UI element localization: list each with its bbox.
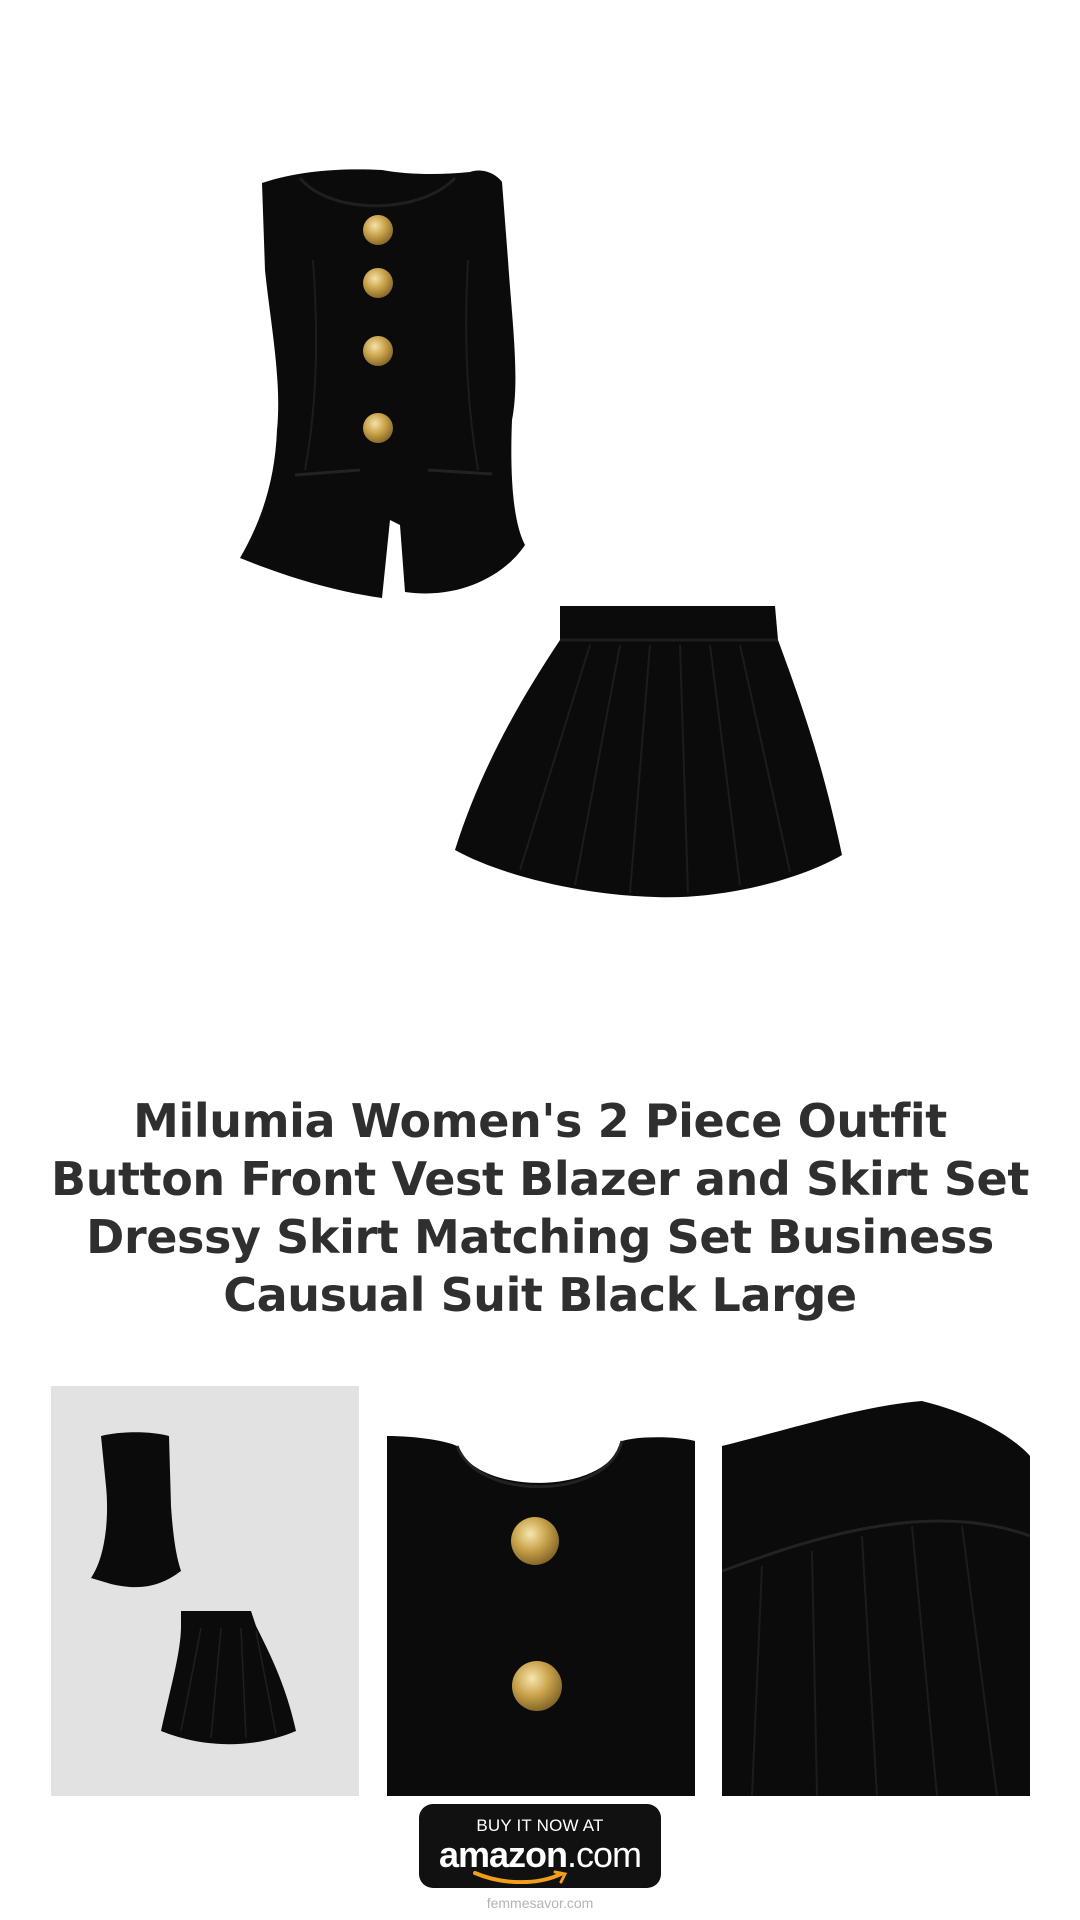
amazon-logo-main: amazon [438,1834,568,1875]
footer-site-name: femmesavor.com [486,1895,594,1911]
hero-product-image [0,0,1080,1060]
gold-button-icon [511,1517,559,1565]
amazon-logo-suffix: .com [567,1834,642,1875]
thumbnail-button-closeup[interactable] [387,1386,695,1796]
vest-illustration [240,169,525,598]
amazon-cta-label: BUY IT NOW AT [476,1816,604,1835]
skirt-illustration [455,606,842,898]
buy-on-amazon-button[interactable]: BUY IT NOW AT amazon.com [419,1804,661,1888]
product-title: Milumia Women's 2 Piece Outfit Button Fr… [51,1094,1029,1322]
amazon-smile-icon [473,1870,568,1884]
gold-button-icon [512,1661,562,1711]
thumbnail-skirt-closeup[interactable] [722,1386,1030,1796]
thumbnail-outfit[interactable] [51,1386,359,1796]
